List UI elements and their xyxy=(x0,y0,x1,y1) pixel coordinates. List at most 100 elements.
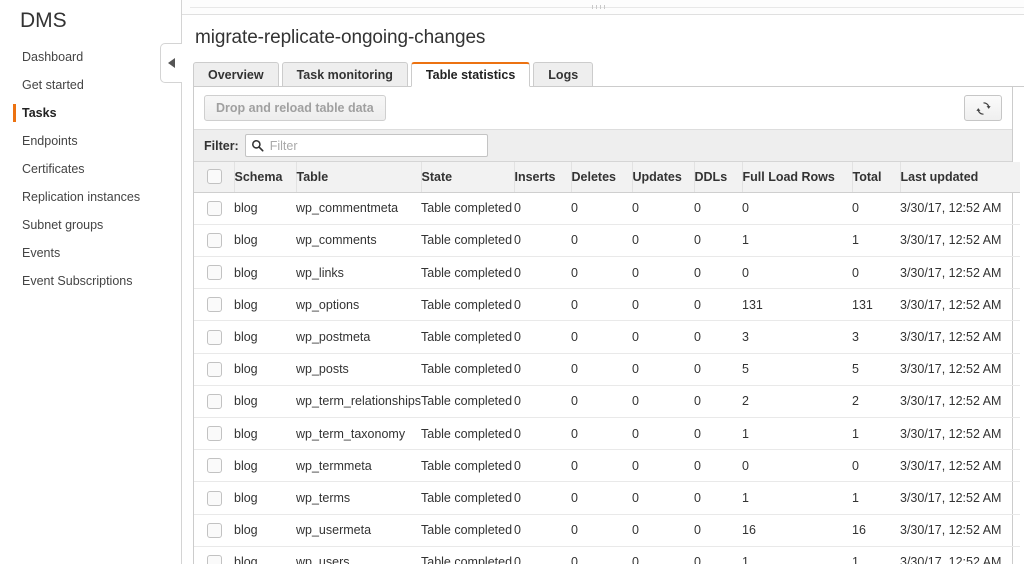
row-select-cell xyxy=(194,385,234,417)
sidebar-collapse-button[interactable] xyxy=(160,43,182,83)
cell-inserts: 0 xyxy=(514,256,571,288)
cell-ddls: 0 xyxy=(694,353,742,385)
drop-and-reload-table-data-button[interactable]: Drop and reload table data xyxy=(204,95,386,121)
row-select-cell xyxy=(194,289,234,321)
cell-inserts: 0 xyxy=(514,353,571,385)
sidebar-item-events[interactable]: Events xyxy=(0,239,181,267)
column-header-deletes[interactable]: Deletes xyxy=(571,162,632,192)
table-body: blogwp_commentmetaTable completed0000003… xyxy=(194,192,1020,564)
row-checkbox[interactable] xyxy=(207,233,222,248)
row-checkbox[interactable] xyxy=(207,555,222,564)
table-row[interactable]: blogwp_postmetaTable completed0000333/30… xyxy=(194,321,1020,353)
column-header-state[interactable]: State xyxy=(421,162,514,192)
tab-logs[interactable]: Logs xyxy=(533,62,593,87)
filter-bar: Filter: xyxy=(194,129,1012,162)
cell-state: Table completed xyxy=(421,450,514,482)
cell-updates: 0 xyxy=(632,385,694,417)
cell-inserts: 0 xyxy=(514,417,571,449)
column-header-last-updated[interactable]: Last updated xyxy=(900,162,1020,192)
cell-ddls: 0 xyxy=(694,546,742,564)
row-select-cell xyxy=(194,192,234,224)
cell-last-updated: 3/30/17, 12:52 AM xyxy=(900,385,1020,417)
column-header-schema[interactable]: Schema xyxy=(234,162,296,192)
table-row[interactable]: blogwp_term_taxonomyTable completed00001… xyxy=(194,417,1020,449)
refresh-button[interactable] xyxy=(964,95,1002,121)
column-header-ddls[interactable]: DDLs xyxy=(694,162,742,192)
sidebar-item-replication-instances[interactable]: Replication instances xyxy=(0,183,181,211)
table-row[interactable]: blogwp_termsTable completed0000113/30/17… xyxy=(194,482,1020,514)
filter-label: Filter: xyxy=(204,139,239,153)
row-checkbox[interactable] xyxy=(207,330,222,345)
row-select-cell xyxy=(194,224,234,256)
table-header: Schema Table State Inserts Deletes Updat… xyxy=(194,162,1020,192)
row-checkbox[interactable] xyxy=(207,491,222,506)
table-row[interactable]: blogwp_postsTable completed0000553/30/17… xyxy=(194,353,1020,385)
tab-overview[interactable]: Overview xyxy=(193,62,279,87)
row-checkbox[interactable] xyxy=(207,458,222,473)
cell-total: 16 xyxy=(852,514,900,546)
column-header-inserts[interactable]: Inserts xyxy=(514,162,571,192)
row-checkbox[interactable] xyxy=(207,362,222,377)
cell-updates: 0 xyxy=(632,192,694,224)
cell-full-load-rows: 0 xyxy=(742,192,852,224)
cell-updates: 0 xyxy=(632,482,694,514)
sidebar-item-event-subscriptions[interactable]: Event Subscriptions xyxy=(0,267,181,295)
sidebar-item-subnet-groups[interactable]: Subnet groups xyxy=(0,211,181,239)
select-all-checkbox[interactable] xyxy=(207,169,222,184)
table-row[interactable]: blogwp_linksTable completed0000003/30/17… xyxy=(194,256,1020,288)
cell-schema: blog xyxy=(234,224,296,256)
table-row[interactable]: blogwp_commentmetaTable completed0000003… xyxy=(194,192,1020,224)
row-checkbox[interactable] xyxy=(207,523,222,538)
cell-table: wp_terms xyxy=(296,482,421,514)
table-row[interactable]: blogwp_term_relationshipsTable completed… xyxy=(194,385,1020,417)
cell-ddls: 0 xyxy=(694,385,742,417)
row-checkbox[interactable] xyxy=(207,297,222,312)
column-header-full-load-rows[interactable]: Full Load Rows xyxy=(742,162,852,192)
tab-task-monitoring[interactable]: Task monitoring xyxy=(282,62,408,87)
sidebar-item-tasks[interactable]: Tasks xyxy=(0,99,181,127)
cell-total: 2 xyxy=(852,385,900,417)
row-checkbox[interactable] xyxy=(207,426,222,441)
filter-input[interactable] xyxy=(268,138,468,154)
sidebar-nav: DashboardGet startedTasksEndpointsCertif… xyxy=(0,43,181,295)
cell-last-updated: 3/30/17, 12:52 AM xyxy=(900,256,1020,288)
table-row[interactable]: blogwp_termmetaTable completed0000003/30… xyxy=(194,450,1020,482)
window-drag-bar[interactable] xyxy=(182,0,1024,15)
cell-inserts: 0 xyxy=(514,514,571,546)
table-row[interactable]: blogwp_usersTable completed0000113/30/17… xyxy=(194,546,1020,564)
cell-last-updated: 3/30/17, 12:52 AM xyxy=(900,450,1020,482)
drag-handle-dots xyxy=(592,5,605,9)
cell-ddls: 0 xyxy=(694,482,742,514)
cell-updates: 0 xyxy=(632,514,694,546)
cell-table: wp_term_relationships xyxy=(296,385,421,417)
sidebar-item-certificates[interactable]: Certificates xyxy=(0,155,181,183)
refresh-icon xyxy=(976,101,991,116)
row-select-cell xyxy=(194,321,234,353)
cell-full-load-rows: 16 xyxy=(742,514,852,546)
cell-deletes: 0 xyxy=(571,321,632,353)
row-checkbox[interactable] xyxy=(207,265,222,280)
column-header-table[interactable]: Table xyxy=(296,162,421,192)
table-row[interactable]: blogwp_optionsTable completed00001311313… xyxy=(194,289,1020,321)
cell-ddls: 0 xyxy=(694,224,742,256)
cell-full-load-rows: 0 xyxy=(742,450,852,482)
table-row[interactable]: blogwp_commentsTable completed0000113/30… xyxy=(194,224,1020,256)
tab-bar-filler xyxy=(596,85,1013,86)
sidebar-item-endpoints[interactable]: Endpoints xyxy=(0,127,181,155)
column-header-updates[interactable]: Updates xyxy=(632,162,694,192)
cell-deletes: 0 xyxy=(571,417,632,449)
sidebar-item-get-started[interactable]: Get started xyxy=(0,71,181,99)
cell-updates: 0 xyxy=(632,450,694,482)
row-checkbox[interactable] xyxy=(207,201,222,216)
table-row[interactable]: blogwp_usermetaTable completed000016163/… xyxy=(194,514,1020,546)
tab-table-statistics[interactable]: Table statistics xyxy=(411,62,530,87)
cell-schema: blog xyxy=(234,192,296,224)
cell-ddls: 0 xyxy=(694,192,742,224)
filter-input-wrapper[interactable] xyxy=(245,134,488,157)
column-header-total[interactable]: Total xyxy=(852,162,900,192)
sidebar-item-dashboard[interactable]: Dashboard xyxy=(0,43,181,71)
cell-deletes: 0 xyxy=(571,514,632,546)
cell-state: Table completed xyxy=(421,417,514,449)
cell-deletes: 0 xyxy=(571,546,632,564)
row-checkbox[interactable] xyxy=(207,394,222,409)
